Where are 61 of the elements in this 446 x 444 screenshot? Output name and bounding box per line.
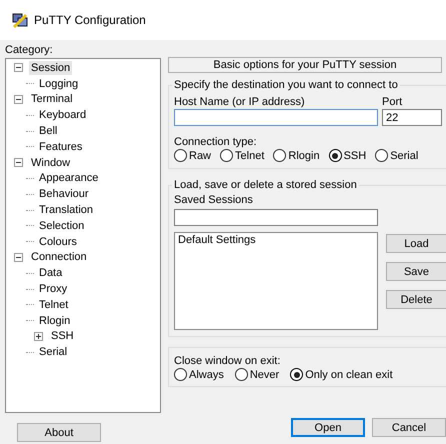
tree-item[interactable]: Proxy	[37, 282, 70, 296]
session-button[interactable]: Load	[386, 234, 446, 253]
about-button[interactable]: About	[17, 423, 101, 442]
radio-button[interactable]	[234, 368, 248, 381]
session-name-field[interactable]	[174, 209, 378, 226]
tree-item[interactable]: Keyboard	[37, 108, 88, 122]
group-legend: Specify the destination you want to connect to	[172, 79, 400, 91]
radio-button[interactable]	[290, 368, 304, 381]
tree-item[interactable]: Translation	[37, 203, 96, 218]
radio-label: Rlogin	[288, 150, 320, 162]
tree-item[interactable]: Data	[37, 266, 64, 280]
expander-icon[interactable]	[34, 332, 43, 341]
tree-item[interactable]: Serial	[37, 345, 70, 360]
category-label: Category:	[5, 43, 54, 57]
tree-item[interactable]: Session	[29, 60, 72, 75]
radio-label: SSH	[344, 150, 366, 162]
radio-button[interactable]	[174, 368, 187, 381]
radio-button[interactable]	[174, 149, 187, 162]
radio-button[interactable]	[328, 149, 342, 162]
open-button[interactable]: Open	[291, 418, 365, 437]
radio-label: Always	[189, 368, 224, 380]
radio-button[interactable]	[220, 149, 234, 162]
window-title: PuTTY Configuration	[34, 13, 146, 27]
panel-header: Basic options for your PuTTY session	[168, 57, 442, 73]
port-label: Port	[382, 95, 404, 109]
session-button[interactable]: Delete	[386, 290, 446, 309]
tree-item[interactable]: Colours	[37, 234, 79, 249]
tree-item[interactable]: Window	[29, 156, 72, 170]
radio-button[interactable]	[375, 149, 388, 162]
radio-label: Serial	[390, 150, 418, 162]
expander-icon[interactable]	[14, 158, 23, 168]
group-legend: Load, save or delete a stored session	[172, 179, 359, 191]
expander-icon[interactable]	[14, 252, 23, 262]
saved-sessions-label: Saved Sessions	[174, 193, 254, 207]
radio-button[interactable]	[273, 149, 286, 162]
radio-label: Telnet	[235, 150, 264, 162]
tree-item[interactable]: Appearance	[37, 171, 100, 186]
tree-item[interactable]: Connection	[29, 250, 89, 264]
host-field[interactable]	[174, 109, 378, 126]
tree-item[interactable]: Features	[37, 140, 84, 154]
cancel-button[interactable]: Cancel	[372, 418, 446, 437]
port-field[interactable]: 22	[382, 109, 442, 126]
tree-item[interactable]: Terminal	[29, 92, 75, 106]
tree-item[interactable]: SSH	[49, 329, 76, 344]
tree-item[interactable]: Bell	[37, 124, 60, 138]
expander-icon[interactable]	[14, 94, 23, 104]
list-entry[interactable]: Default Settings	[178, 234, 374, 247]
tree-item[interactable]: Behaviour	[37, 187, 91, 202]
tree-item[interactable]: Telnet	[37, 298, 70, 312]
tree-item[interactable]: Selection	[37, 218, 86, 233]
radio-label: Only on clean exit	[305, 368, 393, 380]
expander-icon[interactable]	[14, 63, 23, 72]
tree-item[interactable]: Rlogin	[37, 314, 72, 328]
radio-label: Never	[250, 368, 280, 380]
connection-type-label: Connection type:	[174, 135, 258, 149]
session-button[interactable]: Save	[386, 262, 446, 281]
close-window-label: Close window on exit:	[174, 354, 282, 368]
host-label: Host Name (or IP address)	[174, 95, 306, 109]
radio-label: Raw	[189, 150, 212, 162]
app-icon	[12, 12, 28, 28]
tree-item[interactable]: Logging	[37, 76, 80, 91]
